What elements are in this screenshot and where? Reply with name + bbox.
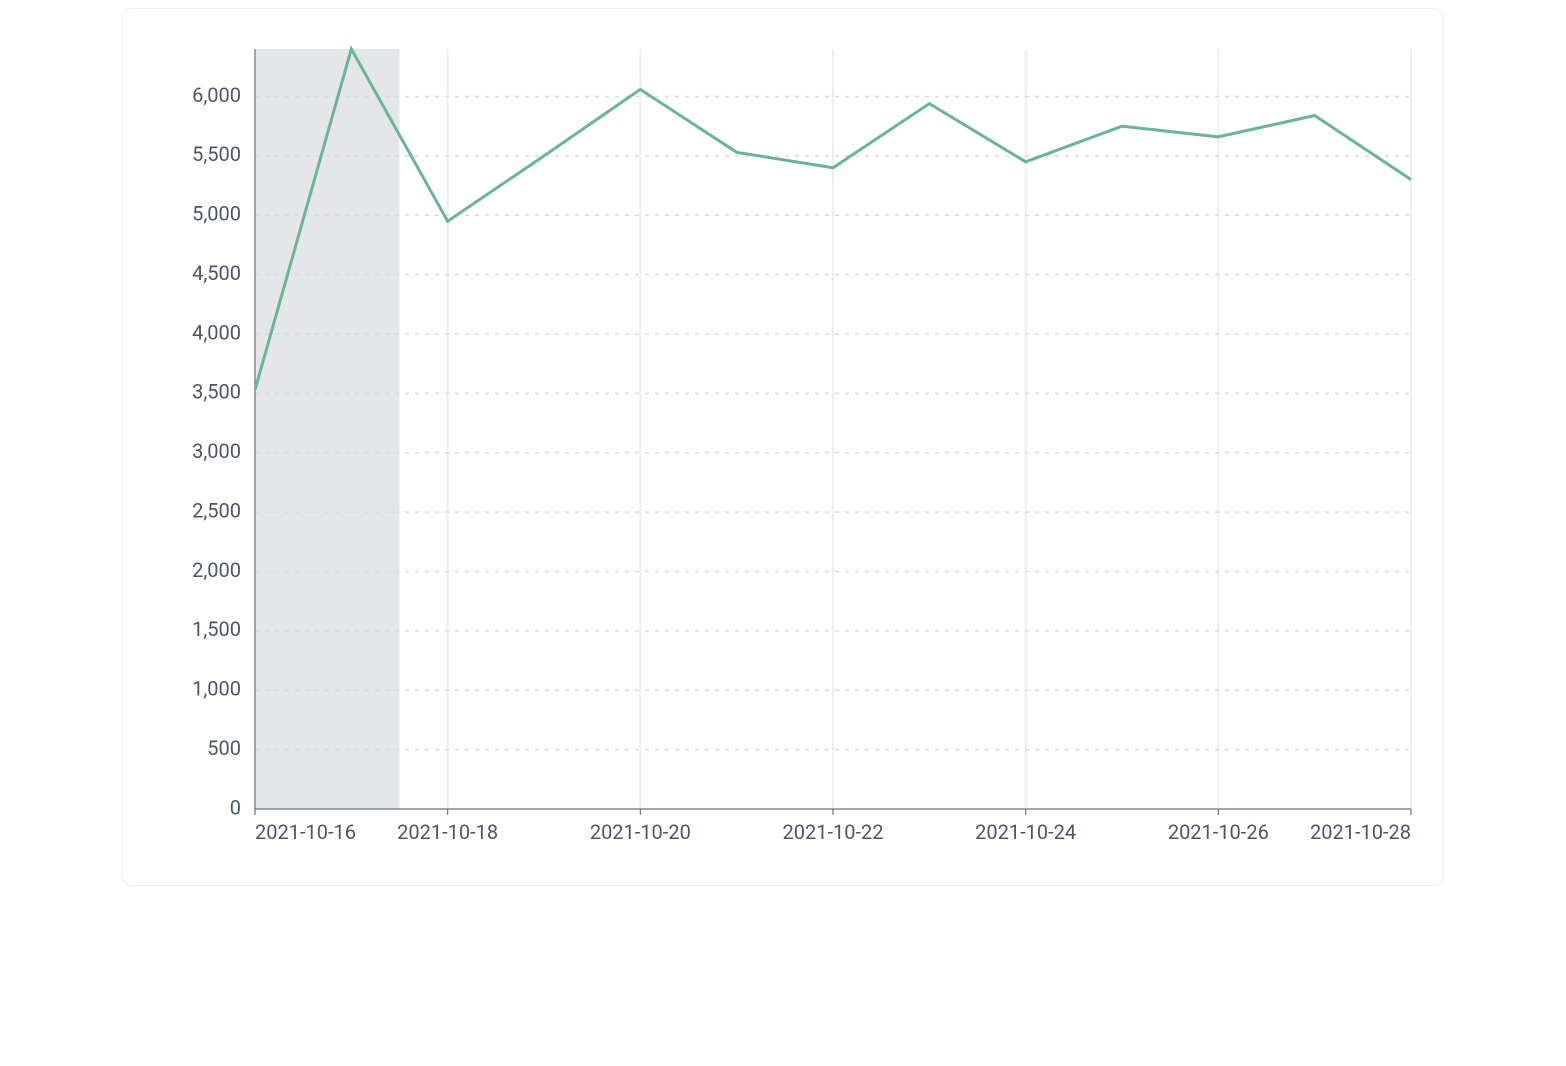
y-tick-label: 4,500 [192, 261, 241, 285]
weekend-band [255, 49, 400, 809]
y-tick-label: 5,500 [192, 142, 241, 166]
y-tick-label: 2,500 [192, 498, 241, 522]
x-tick-label: 2021-10-28 [1310, 820, 1411, 844]
x-tick-label: 2021-10-18 [397, 820, 498, 844]
y-tick-label: 3,500 [192, 380, 241, 404]
x-tick-label: 2021-10-26 [1168, 820, 1269, 844]
y-tick-label: 1,500 [192, 617, 241, 641]
line-chart: 0 500 1,000 1,500 2,000 2,500 3,000 3,500 4,000 4… [123, 9, 1444, 886]
y-tick-label: 4,000 [192, 320, 241, 344]
x-tick-label: 2021-10-20 [590, 820, 691, 844]
y-tick-label: 500 [207, 736, 241, 760]
x-tick-label: 2021-10-24 [975, 820, 1076, 844]
chart-card: 0 500 1,000 1,500 2,000 2,500 3,000 3,500 4,000 4… [122, 8, 1444, 886]
x-tick-label: 2021-10-16 [255, 820, 356, 844]
y-tick-label: 2,000 [192, 558, 241, 582]
y-tick-label: 1,000 [192, 677, 241, 701]
y-tick-label: 5,000 [192, 202, 241, 226]
y-tick-label: 3,000 [192, 439, 241, 463]
y-tick-label: 6,000 [192, 83, 241, 107]
y-tick-label: 0 [230, 795, 241, 819]
x-tick-label: 2021-10-22 [783, 820, 884, 844]
